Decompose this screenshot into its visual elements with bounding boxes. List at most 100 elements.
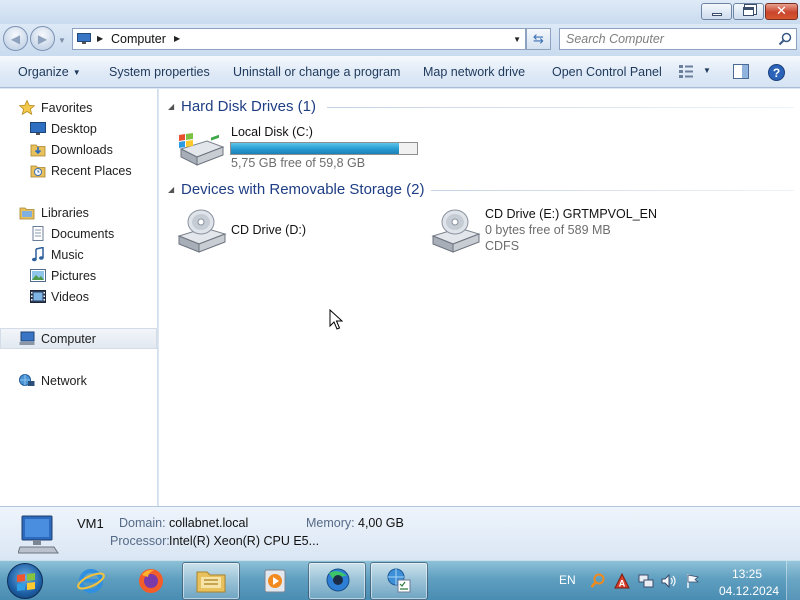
- breadcrumb-computer[interactable]: Computer: [111, 32, 166, 46]
- cd-drive-icon: [431, 209, 481, 253]
- sidebar-item-label: Libraries: [41, 206, 89, 220]
- sidebar-item-label: Desktop: [51, 122, 97, 136]
- sidebar-item-label: Computer: [41, 332, 96, 346]
- drive-cd-d[interactable]: CD Drive (D:): [177, 206, 377, 256]
- search-icon: [778, 32, 792, 46]
- collapse-arrow-icon[interactable]: ◢: [168, 185, 174, 194]
- navigation-pane: Favorites Desktop Downloads Recent Place…: [0, 89, 158, 506]
- language-indicator[interactable]: EN: [559, 573, 576, 587]
- title-bar: ✕: [0, 0, 800, 24]
- address-bar[interactable]: ▶ Computer ▶ ▼: [72, 28, 526, 50]
- sidebar-item-desktop[interactable]: Desktop: [0, 118, 157, 139]
- firefox-icon: [139, 569, 163, 593]
- open-control-panel-button[interactable]: Open Control Panel: [552, 65, 662, 79]
- music-icon: [32, 247, 44, 262]
- clock-date[interactable]: 04.12.2024: [719, 584, 779, 598]
- windows-logo-icon: [17, 573, 35, 591]
- volume-icon[interactable]: [661, 573, 677, 589]
- drive-filesystem: CDFS: [485, 239, 520, 253]
- sidebar-item-label: Recent Places: [51, 164, 132, 178]
- drive-name: CD Drive (D:): [231, 223, 306, 237]
- sidebar-item-music[interactable]: Music: [0, 244, 157, 265]
- group-header-removable-storage[interactable]: ◢ Devices with Removable Storage (2): [167, 180, 794, 200]
- change-view-icon[interactable]: [678, 64, 694, 79]
- breadcrumb-separator[interactable]: ▶: [97, 34, 103, 43]
- drive-local-disk-c[interactable]: Local Disk (C:) 5,75 GB free of 59,8 GB: [177, 125, 418, 171]
- sidebar-item-label: Favorites: [41, 101, 93, 115]
- taskbar-media-player[interactable]: [246, 562, 304, 600]
- sidebar-item-label: Pictures: [51, 269, 97, 283]
- network-tray-icon[interactable]: [638, 573, 654, 589]
- sidebar-item-documents[interactable]: Documents: [0, 223, 157, 244]
- content-pane: ◢ Hard Disk Drives (1) Local Disk (C:) 5…: [159, 89, 800, 506]
- organize-button[interactable]: Organize ▼: [18, 65, 81, 79]
- sidebar-item-favorites[interactable]: Favorites: [0, 97, 157, 118]
- group-header-hard-disk-drives[interactable]: ◢ Hard Disk Drives (1): [167, 97, 794, 117]
- recent-pages-dropdown[interactable]: ▼: [58, 36, 66, 45]
- clock-time[interactable]: 13:25: [719, 567, 775, 581]
- group-title: Hard Disk Drives (1): [181, 98, 317, 115]
- arrow-right-icon: ▶: [37, 31, 48, 46]
- drive-free-space: 0 bytes free of 589 MB: [485, 223, 611, 237]
- memory-value: 4,00 GB: [358, 516, 404, 530]
- computer-icon: [19, 331, 35, 345]
- search-tray-icon[interactable]: [590, 573, 606, 589]
- uninstall-program-button[interactable]: Uninstall or change a program: [233, 65, 400, 79]
- search-box[interactable]: [559, 28, 797, 50]
- view-options-chevron-icon[interactable]: ▼: [703, 66, 711, 75]
- back-button[interactable]: ◀: [3, 26, 28, 51]
- sidebar-item-network[interactable]: Network: [0, 370, 157, 391]
- close-button[interactable]: ✕: [765, 3, 798, 20]
- recent-places-icon: [30, 165, 46, 178]
- taskbar-app[interactable]: [308, 562, 366, 600]
- chevron-down-icon: ▼: [72, 68, 81, 77]
- sidebar-item-label: Videos: [51, 290, 89, 304]
- show-desktop-button[interactable]: [786, 561, 800, 600]
- map-network-drive-button[interactable]: Map network drive: [423, 65, 525, 79]
- warning-tray-icon[interactable]: A: [614, 573, 630, 589]
- cd-drive-icon: [177, 209, 227, 253]
- action-center-flag-icon[interactable]: [685, 573, 701, 589]
- forward-button[interactable]: ▶: [30, 26, 55, 51]
- domain-label: Domain:: [119, 516, 166, 530]
- details-pane: VM1 Domain: collabnet.local Memory: 4,00…: [0, 506, 800, 560]
- preview-pane-icon[interactable]: [733, 64, 749, 79]
- svg-text:?: ?: [773, 66, 780, 80]
- internet-explorer-icon: [77, 569, 105, 593]
- drive-cd-e[interactable]: CD Drive (E:) GRTMPVOL_EN 0 bytes free o…: [431, 206, 671, 256]
- sidebar-item-videos[interactable]: Videos: [0, 286, 157, 307]
- help-icon[interactable]: ?: [768, 64, 785, 81]
- collapse-arrow-icon[interactable]: ◢: [168, 102, 174, 111]
- address-history-dropdown[interactable]: ▼: [513, 35, 521, 44]
- maximize-button[interactable]: [733, 3, 764, 20]
- refresh-icon: ⇆: [533, 31, 544, 46]
- group-divider: [327, 107, 794, 108]
- refresh-button[interactable]: ⇆: [526, 28, 551, 50]
- sidebar-item-libraries[interactable]: Libraries: [0, 202, 157, 223]
- desktop-icon: [30, 122, 46, 135]
- taskbar-firefox[interactable]: [122, 562, 180, 600]
- start-button[interactable]: [7, 563, 43, 599]
- drive-capacity-bar: [230, 142, 418, 155]
- sidebar-item-pictures[interactable]: Pictures: [0, 265, 157, 286]
- close-icon: ✕: [776, 4, 787, 19]
- sidebar-item-recent-places[interactable]: Recent Places: [0, 160, 157, 181]
- sidebar-item-computer[interactable]: Computer: [0, 328, 157, 349]
- app-icon: [326, 568, 350, 592]
- group-title: Devices with Removable Storage (2): [181, 181, 425, 198]
- taskbar-internet-explorer[interactable]: [62, 562, 120, 600]
- minimize-button[interactable]: [701, 3, 732, 20]
- taskbar-network-settings[interactable]: [370, 562, 428, 600]
- sidebar-item-label: Downloads: [51, 143, 113, 157]
- libraries-icon: [19, 207, 35, 220]
- sidebar-item-downloads[interactable]: Downloads: [0, 139, 157, 160]
- system-properties-button[interactable]: System properties: [109, 65, 210, 79]
- search-input[interactable]: [560, 29, 765, 49]
- maximize-icon: [743, 7, 754, 16]
- taskbar-windows-explorer[interactable]: [182, 562, 240, 600]
- processor-label: Processor:: [110, 534, 170, 548]
- command-bar: Organize ▼ System properties Uninstall or…: [0, 56, 800, 88]
- pictures-icon: [30, 269, 46, 282]
- computer-name: VM1: [77, 516, 104, 531]
- breadcrumb-separator[interactable]: ▶: [174, 34, 180, 43]
